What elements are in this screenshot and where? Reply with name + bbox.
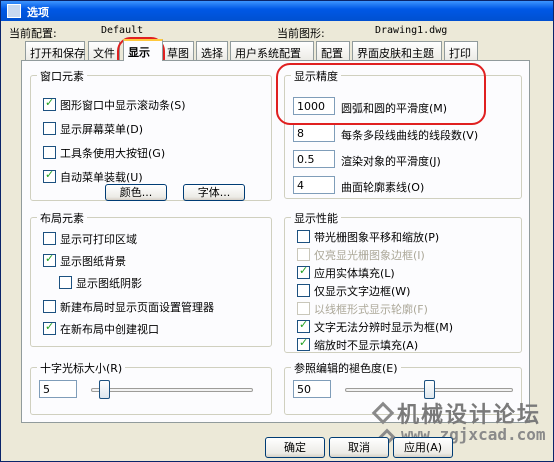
layout-elements-group: 布局元素 显示可打印区域 显示图纸背景 显示图纸阴影 新建布局时显示页面设置管理… xyxy=(30,210,272,347)
tab-drafting[interactable]: 草图 xyxy=(162,41,194,60)
checkbox-box[interactable] xyxy=(43,146,56,159)
wireframe-silhouette-label: 以线框形式显示轮廓(F) xyxy=(314,302,428,316)
checkbox-box[interactable] xyxy=(43,122,56,135)
render-smoothness-label: 渲染对象的平滑度(J) xyxy=(341,155,441,168)
display-performance-title: 显示性能 xyxy=(291,210,341,226)
tab-plot[interactable]: 打印 xyxy=(444,41,478,60)
show-scrollbars-checkbox[interactable]: 图形窗口中显示滚动条(S) xyxy=(43,96,186,112)
tab-display[interactable]: 显示 xyxy=(123,39,163,61)
unreadable-text-box-checkbox[interactable]: 文字无法分辨时显示为框(M) xyxy=(297,318,454,334)
tab-user-preferences[interactable]: 用户系统配置 xyxy=(230,41,314,60)
no-fill-on-zoom-label: 缩放时不显示填充(A) xyxy=(314,338,419,352)
checkbox-box[interactable] xyxy=(43,168,56,183)
tab-profiles[interactable]: 配置 xyxy=(316,41,350,60)
solid-fill-checkbox[interactable]: 应用实体填充(L) xyxy=(297,264,395,280)
contour-lines-label: 曲面轮廓素线(O) xyxy=(341,181,425,194)
window-elements-title: 窗口元素 xyxy=(37,68,87,84)
create-viewport-label: 在新布局中创建视口 xyxy=(60,322,159,336)
raster-pan-zoom-label: 带光栅图象平移和缩放(P) xyxy=(314,230,440,244)
contour-lines-field[interactable]: 4 xyxy=(293,176,335,194)
polyline-segments-field[interactable]: 8 xyxy=(293,124,335,142)
window-elements-group: 窗口元素 图形窗口中显示滚动条(S) 显示屏幕菜单(D) 工具条使用大按钮(G)… xyxy=(30,68,272,201)
crosshair-size-field[interactable]: 5 xyxy=(39,380,77,398)
tab-open-save[interactable]: 打开和保存 xyxy=(25,41,85,60)
show-screen-menu-label: 显示屏幕菜单(D) xyxy=(60,122,144,136)
current-drawing-value: Drawing1.dwg xyxy=(375,25,448,36)
show-paper-background-label: 显示图纸背景 xyxy=(60,254,126,268)
checkbox-box[interactable] xyxy=(297,284,310,297)
raster-pan-zoom-checkbox[interactable]: 带光栅图象平移和缩放(P) xyxy=(297,229,439,244)
crosshair-size-group: 十字光标大小(R) 5 xyxy=(30,360,272,415)
crosshair-size-slider-thumb[interactable] xyxy=(98,380,110,399)
no-fill-on-zoom-checkbox[interactable]: 缩放时不显示填充(A) xyxy=(297,336,419,352)
fonts-button[interactable]: 字体... xyxy=(183,184,245,201)
colors-button[interactable]: 颜色... xyxy=(105,184,167,201)
auto-menu-load-checkbox[interactable]: 自动菜单装载(U) xyxy=(43,168,143,184)
wireframe-silhouette-checkbox: 以线框形式显示轮廓(F) xyxy=(297,301,428,316)
title-bar[interactable]: 选项 xyxy=(1,1,553,21)
reference-fade-title: 参照编辑的褪色度(E) xyxy=(291,360,401,376)
current-profile-value: Default xyxy=(101,25,144,36)
text-frame-only-checkbox[interactable]: 仅显示文字边框(W) xyxy=(297,283,410,298)
checkbox-box[interactable] xyxy=(43,300,56,313)
display-performance-group: 显示性能 带光栅图象平移和缩放(P) 仅亮显光栅图象边框(I) 应用实体填充(L… xyxy=(284,210,522,353)
current-profile-label: 当前配置: xyxy=(9,27,57,40)
show-paper-background-checkbox[interactable]: 显示图纸背景 xyxy=(43,252,126,268)
create-viewport-checkbox[interactable]: 在新布局中创建视口 xyxy=(43,320,159,336)
raster-frame-only-label: 仅亮显光栅图象边框(I) xyxy=(314,248,425,262)
large-buttons-label: 工具条使用大按钮(G) xyxy=(60,146,166,160)
raster-frame-only-checkbox: 仅亮显光栅图象边框(I) xyxy=(297,247,425,262)
window-title: 选项 xyxy=(27,6,49,19)
crosshair-size-title: 十字光标大小(R) xyxy=(37,360,126,376)
auto-menu-load-label: 自动菜单装载(U) xyxy=(60,170,143,184)
tab-files[interactable]: 文件 xyxy=(88,41,120,60)
checkbox-box[interactable] xyxy=(43,320,56,335)
checkbox-box[interactable] xyxy=(59,276,72,289)
display-resolution-highlight-ring xyxy=(276,63,486,125)
checkbox-box[interactable] xyxy=(297,336,310,351)
checkbox-box[interactable] xyxy=(297,264,310,279)
current-drawing-label: 当前图形: xyxy=(277,27,325,40)
layout-elements-title: 布局元素 xyxy=(37,210,87,226)
show-printable-area-label: 显示可打印区域 xyxy=(60,232,137,246)
show-screen-menu-checkbox[interactable]: 显示屏幕菜单(D) xyxy=(43,121,143,136)
reference-fade-field[interactable]: 50 xyxy=(293,380,331,398)
cancel-button[interactable]: 取消 xyxy=(329,437,389,458)
show-page-setup-manager-label: 新建布局时显示页面设置管理器 xyxy=(60,300,214,314)
checkbox-box xyxy=(297,248,310,261)
options-dialog: 选项 当前配置: Default 当前图形: Drawing1.dwg 打开和保… xyxy=(0,0,554,462)
checkbox-box[interactable] xyxy=(297,230,310,243)
checkbox-box xyxy=(297,302,310,315)
tab-selection[interactable]: 选择 xyxy=(196,41,228,60)
display-tab-panel: 窗口元素 图形窗口中显示滚动条(S) 显示屏幕菜单(D) 工具条使用大按钮(G)… xyxy=(21,60,530,423)
checkbox-box[interactable] xyxy=(297,318,310,333)
crosshair-size-slider-track[interactable] xyxy=(91,388,253,392)
large-buttons-checkbox[interactable]: 工具条使用大按钮(G) xyxy=(43,145,165,160)
checkbox-box[interactable] xyxy=(43,96,56,111)
show-page-setup-manager-checkbox[interactable]: 新建布局时显示页面设置管理器 xyxy=(43,299,214,314)
polyline-segments-label: 每条多段线曲线的线段数(V) xyxy=(341,129,479,142)
show-paper-shadow-checkbox[interactable]: 显示图纸阴影 xyxy=(59,275,142,290)
render-smoothness-field[interactable]: 0.5 xyxy=(293,150,335,168)
show-scrollbars-label: 图形窗口中显示滚动条(S) xyxy=(60,98,186,112)
ok-button[interactable]: 确定 xyxy=(265,437,325,458)
tab-interface-skin[interactable]: 界面皮肤和主题 xyxy=(352,41,442,60)
show-printable-area-checkbox[interactable]: 显示可打印区域 xyxy=(43,231,137,246)
unreadable-text-box-label: 文字无法分辨时显示为框(M) xyxy=(314,320,454,334)
app-icon xyxy=(7,4,21,18)
checkbox-box[interactable] xyxy=(43,252,56,267)
apply-button[interactable]: 应用(A) xyxy=(393,437,453,458)
checkbox-box[interactable] xyxy=(43,232,56,245)
show-paper-shadow-label: 显示图纸阴影 xyxy=(76,276,142,290)
solid-fill-label: 应用实体填充(L) xyxy=(314,266,395,280)
text-frame-only-label: 仅显示文字边框(W) xyxy=(314,284,411,298)
